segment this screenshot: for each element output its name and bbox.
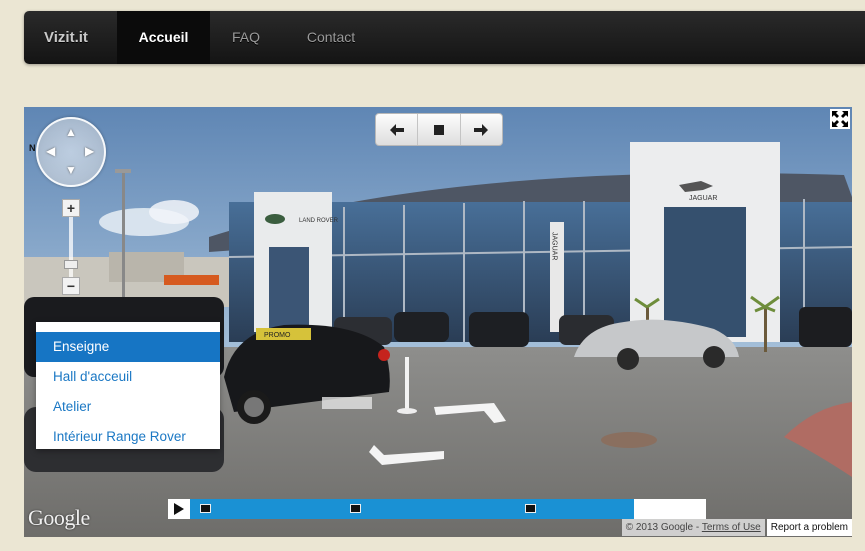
location-item-enseigne[interactable]: Enseigne bbox=[36, 332, 220, 362]
location-item-interieur[interactable]: Intérieur Range Rover bbox=[36, 422, 220, 452]
nav-accueil[interactable]: Accueil bbox=[117, 11, 210, 64]
pan-control[interactable]: ▲ ▼ ◀ ▶ bbox=[36, 117, 106, 187]
timeline-marker-icon[interactable] bbox=[200, 504, 211, 513]
jaguar-banner: JAGUAR bbox=[551, 232, 558, 260]
pan-up-icon[interactable]: ▲ bbox=[65, 125, 77, 139]
tour-nav-controls bbox=[375, 113, 503, 146]
panorama-viewer[interactable]: LAND ROVER JAGUAR JAGUAR PROMO ▲ ▼ ◀ ▶ N… bbox=[24, 107, 852, 537]
location-item-hall[interactable]: Hall d'acceuil bbox=[36, 362, 220, 392]
tour-timeline[interactable] bbox=[168, 499, 706, 519]
stop-icon[interactable] bbox=[418, 114, 461, 145]
attribution-text: © 2013 Google - Terms of Use bbox=[621, 519, 765, 536]
zoom-slider[interactable]: + − bbox=[62, 199, 80, 295]
car-plate: PROMO bbox=[264, 332, 291, 339]
compass-north-label: N bbox=[29, 143, 36, 153]
copyright-text: © 2013 Google bbox=[625, 522, 694, 533]
arrow-right-icon[interactable] bbox=[461, 114, 502, 145]
map-attribution: © 2013 Google - Terms of Use Report a pr… bbox=[621, 519, 852, 536]
timeline-marker-icon[interactable] bbox=[350, 504, 361, 513]
location-item-atelier[interactable]: Atelier bbox=[36, 392, 220, 422]
pan-down-icon[interactable]: ▼ bbox=[65, 163, 77, 177]
pan-left-icon[interactable]: ◀ bbox=[46, 144, 55, 158]
location-menu: Enseigne Hall d'acceuil Atelier Intérieu… bbox=[36, 322, 220, 449]
timeline-progress bbox=[190, 499, 634, 519]
nav-faq[interactable]: FAQ bbox=[216, 11, 276, 64]
land-rover-sign: LAND ROVER bbox=[299, 218, 339, 224]
nav-contact[interactable]: Contact bbox=[288, 11, 374, 64]
brand-logo[interactable]: Vizit.it bbox=[44, 11, 88, 64]
zoom-out-button[interactable]: − bbox=[62, 277, 80, 295]
zoom-handle[interactable] bbox=[64, 260, 78, 269]
pan-right-icon[interactable]: ▶ bbox=[85, 144, 94, 158]
timeline-marker-icon[interactable] bbox=[525, 504, 536, 513]
terms-of-use-link[interactable]: Terms of Use bbox=[702, 522, 761, 533]
google-logo: Google bbox=[28, 505, 90, 530]
zoom-in-button[interactable]: + bbox=[62, 199, 80, 217]
navbar: Vizit.it Accueil FAQ Contact bbox=[24, 11, 865, 64]
attribution-separator: - bbox=[693, 522, 702, 533]
jaguar-sign: JAGUAR bbox=[689, 195, 717, 202]
report-problem-link[interactable]: Report a problem bbox=[766, 519, 852, 536]
play-icon[interactable] bbox=[168, 499, 190, 519]
arrow-left-icon[interactable] bbox=[376, 114, 419, 145]
fullscreen-icon[interactable] bbox=[830, 109, 850, 129]
